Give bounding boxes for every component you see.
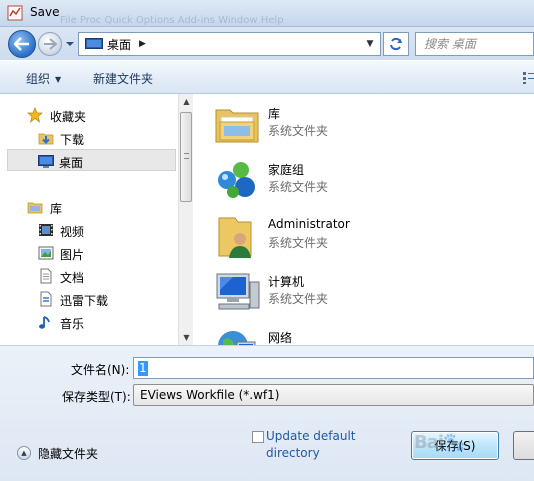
sidebar-item-downloads[interactable]: 下载 (0, 127, 176, 149)
search-box[interactable] (415, 32, 534, 56)
user-folder-icon (218, 217, 252, 258)
filetype-select[interactable]: EViews Workfile (*.wf1) (133, 384, 534, 406)
history-dropdown-icon[interactable] (64, 38, 76, 50)
refresh-icon (390, 37, 402, 51)
breadcrumb-desktop[interactable]: 桌面 (107, 36, 131, 53)
search-input[interactable] (416, 33, 534, 55)
filetype-value: EViews Workfile (*.wf1) (140, 388, 280, 402)
sidebar-item-label: 文档 (60, 271, 85, 285)
sidebar-item-video[interactable]: 视频 (0, 219, 176, 241)
list-item-network[interactable]: 网络 (213, 324, 533, 345)
update-default-checkbox[interactable] (252, 431, 264, 443)
new-folder-button[interactable]: 新建文件夹 (93, 70, 153, 87)
sidebar-item-desktop[interactable]: 桌面 (7, 149, 176, 171)
star-icon (27, 107, 43, 123)
file-type: 系统文件夹 (268, 236, 329, 250)
sidebar-item-music[interactable]: 音乐 (0, 311, 176, 333)
file-name: 家庭组 (268, 163, 305, 177)
file-type: 系统文件夹 (268, 180, 329, 194)
file-list: 库 系统文件夹 家庭组 系统文件夹 Administrator 系统文件夹 计算… (201, 94, 534, 345)
navigation-bar: 桌面 ▶ ▼ (0, 27, 534, 60)
sidebar-item-documents[interactable]: 文档 (0, 265, 176, 287)
window-title: Save (30, 5, 60, 19)
background-menu-ghost: File Proc Quick Options Add-ins Window H… (60, 15, 284, 26)
arrow-right-icon (44, 38, 57, 50)
command-toolbar: 组织 ▼ 新建文件夹 (0, 60, 534, 94)
sidebar-item-label: 收藏夹 (50, 110, 87, 124)
file-type: 系统文件夹 (268, 292, 329, 306)
desktop-icon (85, 38, 103, 49)
scrollbar-thumb[interactable] (180, 112, 192, 202)
sidebar-item-label: 音乐 (60, 317, 85, 331)
save-button[interactable]: 保存(S) (411, 431, 499, 460)
title-bar: Save File Proc Quick Options Add-ins Win… (0, 0, 534, 27)
breadcrumb-chevron-icon[interactable]: ▶ (139, 39, 146, 49)
cancel-button[interactable] (513, 431, 534, 460)
sidebar-item-pictures[interactable]: 图片 (0, 242, 176, 264)
hide-folders-label: 隐藏文件夹 (38, 446, 99, 461)
save-form: 文件名(N): 1 保存类型(T): EViews Workfile (*.wf… (0, 345, 534, 481)
sidebar-item-thunder-downloads[interactable]: 迅雷下载 (0, 288, 176, 310)
sidebar-item-label: 库 (50, 202, 63, 216)
file-name: 网络 (268, 331, 293, 345)
sidebar-item-favorites[interactable]: 收藏夹 (0, 104, 176, 126)
address-bar[interactable]: 桌面 ▶ ▼ (78, 32, 381, 56)
sidebar-item-label: 下载 (60, 133, 85, 147)
scroll-down-icon[interactable]: ▼ (179, 330, 194, 345)
sidebar-item-label: 视频 (60, 225, 85, 239)
library-folder-icon (215, 109, 259, 143)
sidebar-item-libraries[interactable]: 库 (0, 196, 176, 218)
update-default-label[interactable]: Update default directory (266, 428, 376, 462)
music-icon (39, 316, 50, 329)
list-item-libraries[interactable]: 库 系统文件夹 (213, 100, 533, 154)
list-item-computer[interactable]: 计算机 系统文件夹 (213, 268, 533, 322)
address-dropdown-icon[interactable]: ▼ (362, 35, 378, 53)
video-icon (39, 224, 53, 236)
navigation-pane-scrollbar[interactable]: ▲ ▼ (178, 94, 193, 345)
list-item-administrator[interactable]: Administrator 系统文件夹 (213, 212, 533, 266)
homegroup-icon (218, 162, 255, 198)
grip-icon (184, 153, 189, 159)
thunder-download-icon (40, 291, 52, 307)
filename-value[interactable]: 1 (138, 361, 148, 376)
list-item-homegroup[interactable]: 家庭组 系统文件夹 (213, 156, 533, 210)
pane-splitter[interactable] (193, 94, 201, 345)
document-icon (40, 268, 52, 284)
chevron-up-icon: ▲ (17, 446, 31, 460)
app-icon (7, 5, 23, 21)
sidebar-item-label: 桌面 (59, 156, 84, 170)
desktop-icon (38, 155, 54, 168)
organize-menu-button[interactable]: 组织 ▼ (26, 70, 61, 87)
hide-folders-toggle[interactable]: ▲ 隐藏文件夹 (17, 443, 98, 463)
network-icon (218, 331, 256, 345)
file-type: 系统文件夹 (268, 124, 329, 138)
refresh-button[interactable] (383, 32, 409, 56)
file-name: Administrator (268, 217, 350, 231)
sidebar-item-label: 迅雷下载 (60, 294, 109, 308)
picture-icon (38, 246, 54, 260)
library-icon (27, 202, 43, 214)
arrow-left-icon (14, 37, 29, 51)
sidebar-item-label: 图片 (60, 248, 85, 262)
scroll-up-icon[interactable]: ▲ (179, 94, 194, 109)
chevron-down-icon: ▼ (55, 75, 62, 84)
navigation-pane: 收藏夹 下载 桌面 库 视频 图片 文档 迅雷下载 音乐 (0, 94, 178, 345)
computer-icon (216, 273, 260, 310)
download-folder-icon (38, 133, 54, 145)
filename-field[interactable]: 1 (133, 357, 534, 379)
forward-button[interactable] (38, 32, 62, 56)
back-button[interactable] (8, 30, 36, 58)
file-name: 计算机 (268, 275, 305, 289)
filename-label: 文件名(N): (71, 363, 130, 377)
filetype-label: 保存类型(T): (62, 390, 131, 404)
view-options-icon[interactable] (522, 71, 534, 85)
file-name: 库 (268, 107, 281, 121)
organize-label: 组织 (26, 72, 51, 86)
